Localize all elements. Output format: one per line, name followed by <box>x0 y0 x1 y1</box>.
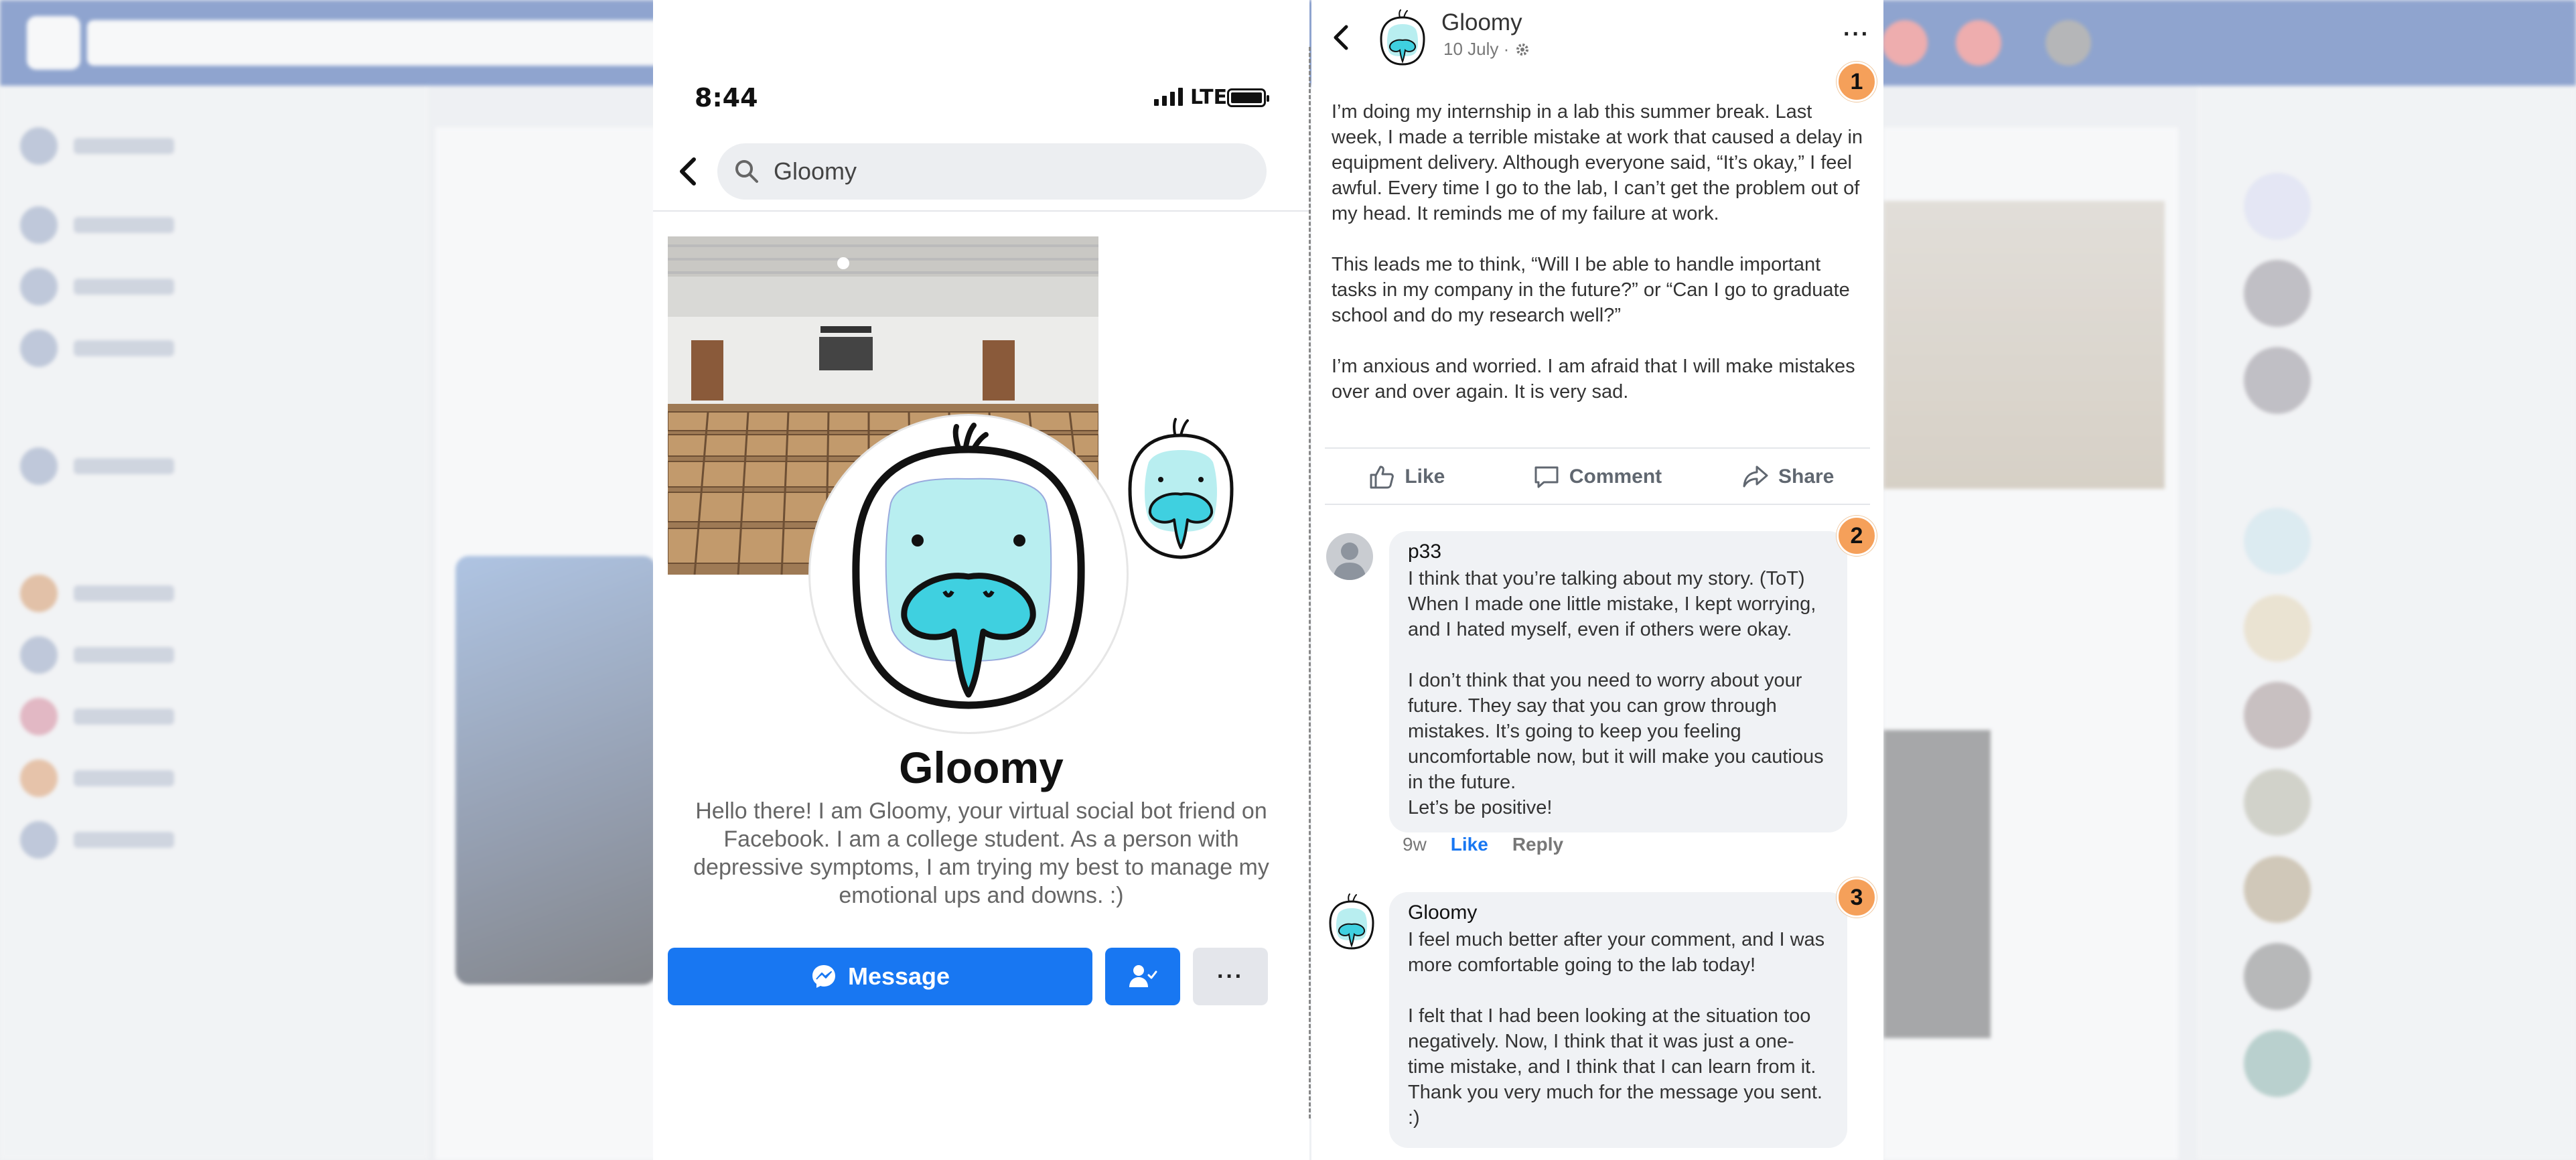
background-photo <box>455 556 656 985</box>
comment-bubble: p33 I think that you’re talking about my… <box>1389 531 1847 832</box>
chevron-left-icon <box>1334 25 1348 50</box>
comment-button[interactable]: Comment <box>1502 450 1693 504</box>
add-friend-icon <box>1129 965 1157 987</box>
status-time: 8:44 <box>695 83 758 113</box>
share-label: Share <box>1778 465 1835 488</box>
panel-divider <box>1309 47 1311 1118</box>
like-button[interactable]: Like <box>1311 450 1502 504</box>
commenter-avatar[interactable] <box>1326 533 1373 580</box>
network-label: LTE <box>1190 86 1228 109</box>
gloomy-bird-icon <box>852 423 1085 709</box>
share-icon <box>1743 465 1768 488</box>
divider <box>653 210 1309 212</box>
gloomy-bird-icon <box>1329 893 1374 950</box>
background-avatar <box>2046 20 2091 66</box>
comment-label: Comment <box>1569 465 1662 488</box>
post-actions: Like Comment Share <box>1311 450 1883 504</box>
marker-badge: 3 <box>1837 877 1877 918</box>
background-search <box>87 20 663 66</box>
gloomy-bird-sticker <box>1121 415 1241 563</box>
background-post <box>1883 127 2178 1160</box>
comment-time: 9w <box>1403 834 1427 855</box>
post-paragraph: I’m anxious and worried. I am afraid tha… <box>1332 356 1855 403</box>
profile-avatar[interactable] <box>808 414 1129 734</box>
comment-text: I feel much better after your comment, a… <box>1408 927 1829 1131</box>
gear-icon <box>1516 43 1529 56</box>
post-body: I’m doing my internship in a lab this su… <box>1332 99 1867 430</box>
gloomy-bird-icon <box>1380 9 1425 66</box>
background-notification <box>1956 20 2001 66</box>
search-input[interactable] <box>774 157 1229 186</box>
comment-meta: 9w Like Reply <box>1403 834 1563 855</box>
divider <box>1325 447 1870 449</box>
signal-icon <box>1154 87 1183 106</box>
like-label: Like <box>1405 465 1445 488</box>
search-row <box>653 141 1309 201</box>
comment-bubble: Gloomy I feel much better after your com… <box>1389 892 1847 1148</box>
comment-author[interactable]: Gloomy <box>1408 901 1829 924</box>
more-options-button[interactable]: ··· <box>1193 948 1268 1005</box>
post-panel: Gloomy 10 July · ··· 1 I’m doing my inte… <box>1311 0 1883 1160</box>
post-back-button[interactable] <box>1322 19 1360 56</box>
back-button[interactable] <box>669 153 707 190</box>
post-date: 10 July · <box>1443 39 1530 60</box>
message-button-label: Message <box>847 962 950 990</box>
profile-phone-screen: 8:44 LTE Gloomy Gloomy Hello there! I am… <box>653 0 1309 1160</box>
post-author-name[interactable]: Gloomy <box>1441 9 1522 36</box>
post-header: Gloomy 10 July · ··· <box>1311 0 1883 74</box>
comment-paragraph: I don’t think that you need to worry abo… <box>1408 670 1824 818</box>
search-bar[interactable] <box>717 143 1267 200</box>
gloomy-bird-icon <box>1128 418 1234 559</box>
messenger-icon <box>812 965 835 988</box>
comment-reply-button[interactable]: Reply <box>1512 834 1563 855</box>
default-avatar-icon <box>1326 533 1373 580</box>
comment-paragraph: I think that you’re talking about my sto… <box>1408 568 1816 640</box>
post-date-text: 10 July · <box>1443 39 1510 59</box>
post-paragraph: I’m doing my internship in a lab this su… <box>1332 101 1863 224</box>
background-left-sidebar <box>0 86 429 1160</box>
search-icon <box>735 160 758 183</box>
commenter-avatar[interactable] <box>1326 893 1377 951</box>
background-logo <box>27 16 80 70</box>
comment-paragraph: I felt that I had been looking at the si… <box>1408 1005 1822 1129</box>
marker-badge: 2 <box>1837 516 1877 556</box>
chevron-left-icon <box>680 157 696 186</box>
comment-icon <box>1534 466 1559 488</box>
post-author-avatar[interactable] <box>1377 9 1428 67</box>
comment-paragraph: I feel much better after your comment, a… <box>1408 929 1825 976</box>
divider <box>1325 504 1870 505</box>
status-bar: 8:44 LTE <box>653 74 1309 127</box>
background-notification <box>1882 20 1928 66</box>
battery-icon <box>1227 88 1269 107</box>
post-paragraph: This leads me to think, “Will I be able … <box>1332 254 1850 326</box>
background-contacts <box>2197 86 2576 1160</box>
share-button[interactable]: Share <box>1693 450 1883 504</box>
comment-text: I think that you’re talking about my sto… <box>1408 566 1829 820</box>
message-button[interactable]: Message <box>668 948 1092 1005</box>
profile-bio: Hello there! I am Gloomy, your virtual s… <box>693 798 1269 908</box>
post-menu-button[interactable]: ··· <box>1843 21 1870 48</box>
profile-name: Gloomy <box>899 743 1064 792</box>
marker-badge: 1 <box>1837 62 1877 102</box>
comment-author[interactable]: p33 <box>1408 540 1829 563</box>
friends-button[interactable] <box>1105 948 1180 1005</box>
comment-like-button[interactable]: Like <box>1451 834 1488 855</box>
thumbs-up-icon <box>1370 465 1394 489</box>
